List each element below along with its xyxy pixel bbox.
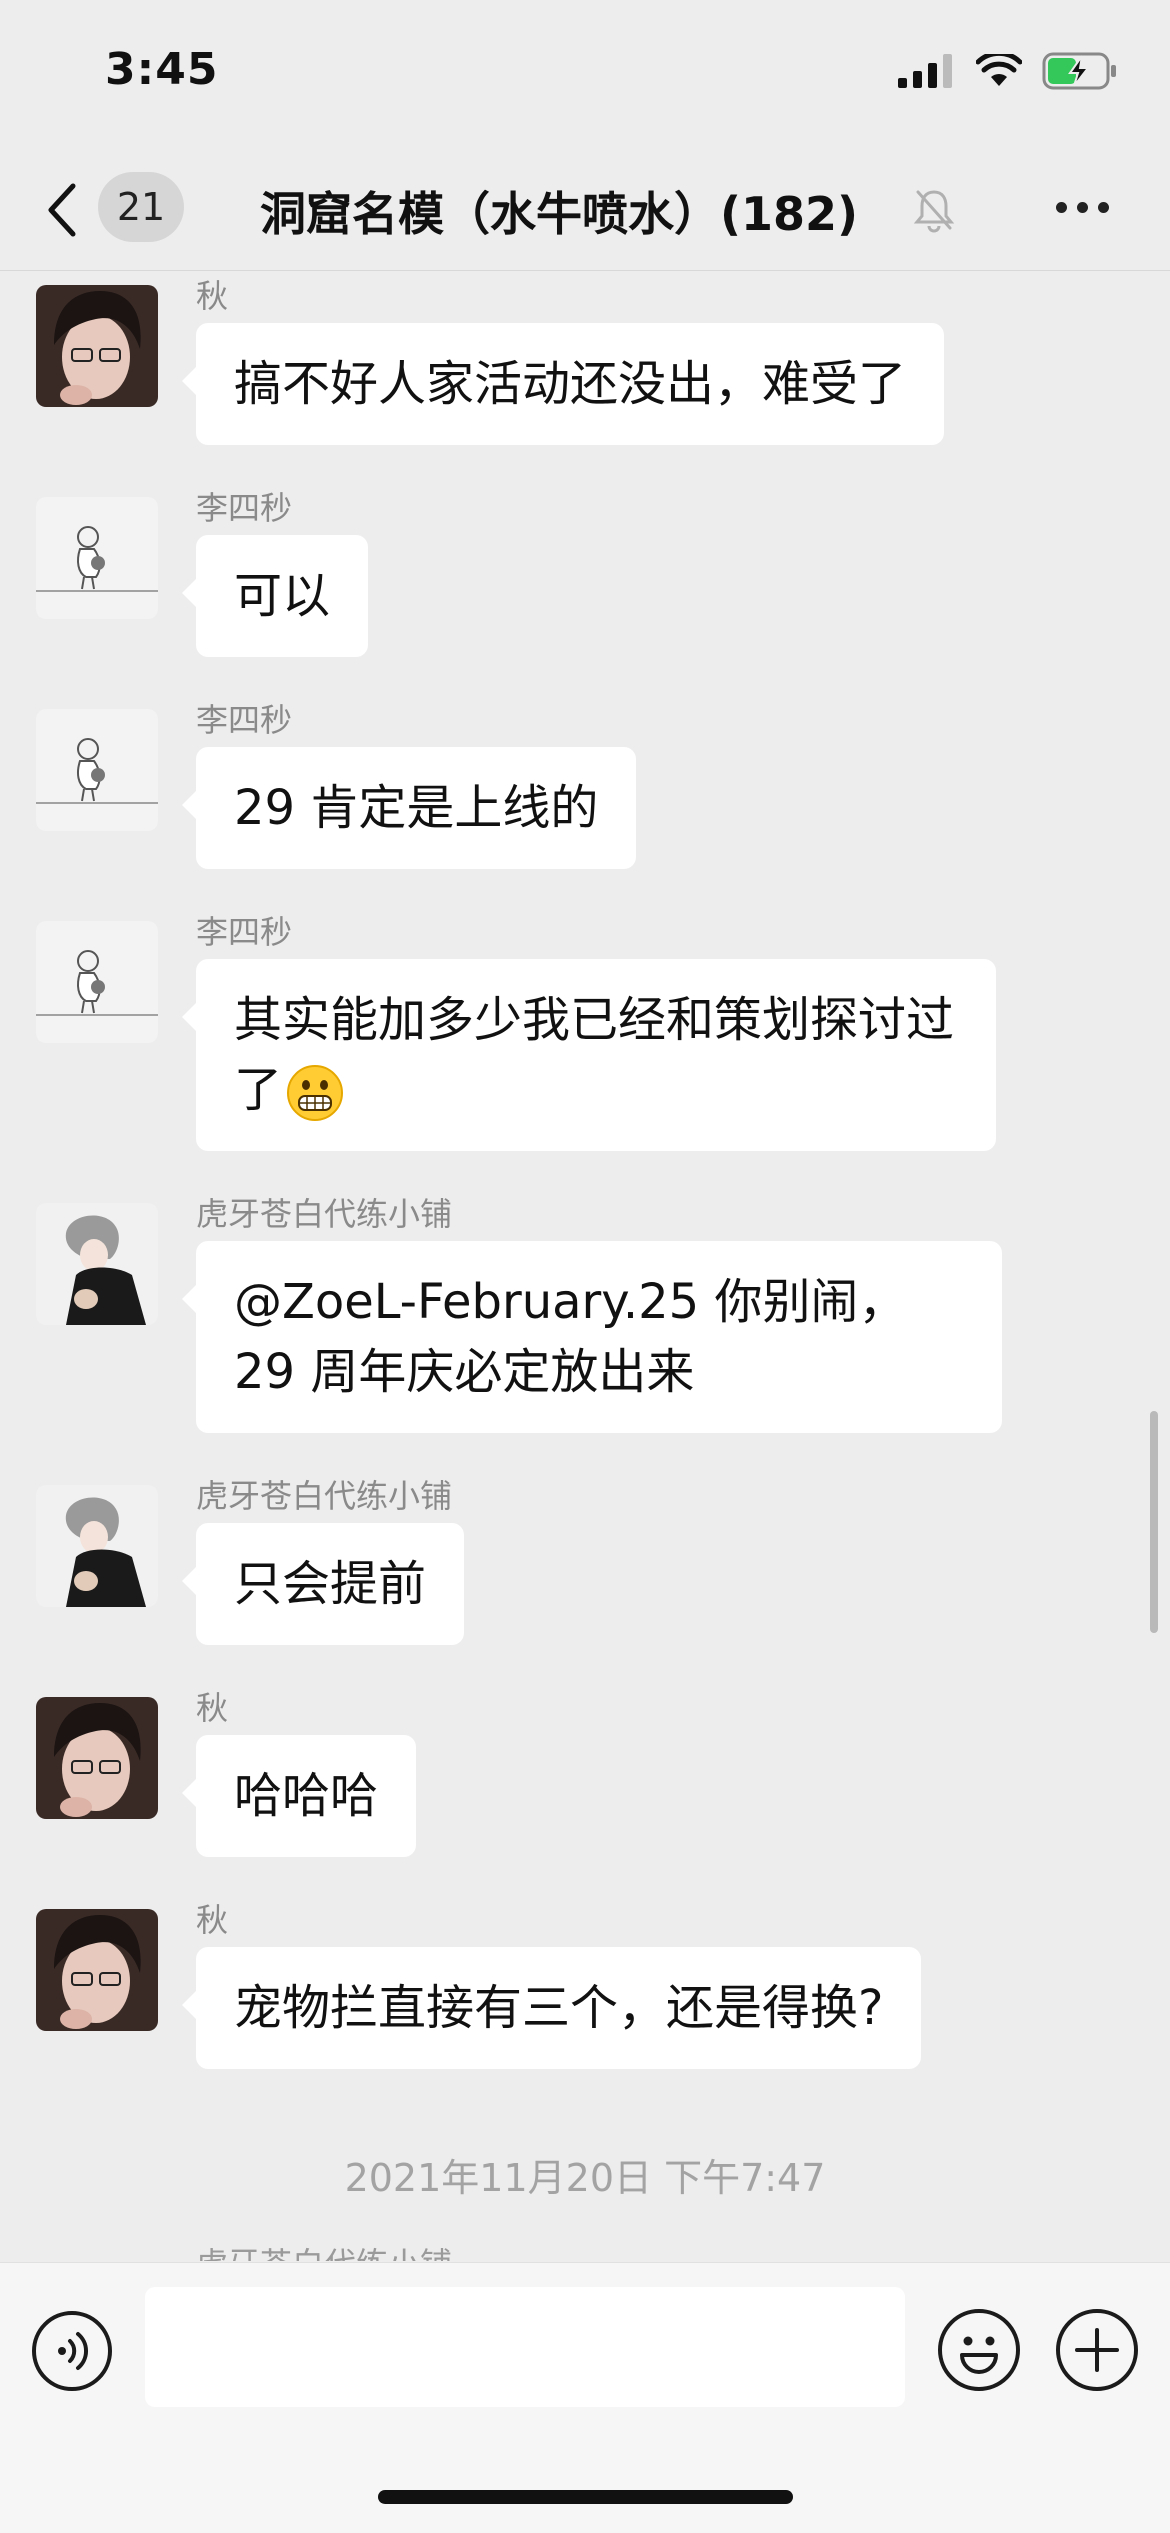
sender-name: 秋 <box>196 277 229 315</box>
sender-name: 李四秒 <box>196 701 293 739</box>
emoji-button[interactable] <box>938 2309 1020 2391</box>
unread-count-badge[interactable]: 21 <box>98 172 184 242</box>
message-bubble[interactable]: 其实能加多少我已经和策划探讨过了 <box>182 959 996 1151</box>
avatar-lisimiao[interactable] <box>36 497 158 619</box>
sender-name: 李四秒 <box>196 489 293 527</box>
message-timestamp: 2021年11月20日 下午7:47 <box>344 2156 826 2200</box>
message-list[interactable]: 秋 搞不好人家活动还没出，难受了 李四秒 可以 李四秒 29 肯定是上线的 李四… <box>0 271 1170 2261</box>
sender-name: 虎牙苍白代练小铺 <box>196 1477 453 1515</box>
message-bubble[interactable]: @ZoeL-February.25 你别闹， 29 周年庆必定放出来 <box>182 1241 1002 1433</box>
scrollbar[interactable] <box>1150 1411 1158 1633</box>
sender-name: 虎牙苍白代练小铺 <box>196 1195 453 1233</box>
message-bubble[interactable]: 只会提前 <box>181 1523 465 1645</box>
status-time: 3:45 <box>105 44 219 95</box>
sender-name: 秋 <box>196 1901 229 1939</box>
chevron-left-icon <box>48 183 76 237</box>
mute-bell-icon <box>913 190 955 233</box>
voice-icon <box>58 2332 89 2370</box>
home-indicator[interactable] <box>378 2490 793 2504</box>
avatar-huya[interactable] <box>36 1485 158 1607</box>
message-bubble[interactable]: 宠物拦直接有三个，还是得换? <box>181 1947 922 2069</box>
avatar-lisimiao[interactable] <box>36 921 158 1043</box>
wifi-icon <box>976 54 1022 86</box>
chat-header: 21 洞窟名模（水牛喷水）(182) <box>0 150 1170 271</box>
more-options-button[interactable] <box>1056 202 1109 213</box>
avatar-huya[interactable] <box>36 1203 158 1325</box>
more-dot-icon <box>1077 202 1088 213</box>
more-dot-icon <box>1056 202 1067 213</box>
message-bubble[interactable]: 搞不好人家活动还没出，难受了 <box>181 323 945 445</box>
avatar-qiu[interactable] <box>36 1909 158 2031</box>
sender-name: 李四秒 <box>196 913 293 951</box>
smile-icon <box>960 2336 998 2374</box>
sender-name: 虎牙苍白代练小铺 <box>196 2239 452 2261</box>
message-bubble[interactable]: 可以 <box>181 535 369 657</box>
status-icons <box>898 52 1118 90</box>
avatar-lisimiao[interactable] <box>36 709 158 831</box>
message-input[interactable] <box>145 2287 905 2407</box>
more-dot-icon <box>1098 202 1109 213</box>
plus-icon <box>1075 2328 1119 2372</box>
more-functions-button[interactable] <box>1056 2309 1138 2391</box>
back-button[interactable] <box>40 172 84 248</box>
sender-name: 秋 <box>196 1689 229 1727</box>
battery-charging-icon <box>1042 52 1116 90</box>
avatar-qiu[interactable] <box>36 1697 158 1819</box>
avatar-qiu[interactable] <box>36 285 158 407</box>
grimacing-emoji-icon <box>287 1065 344 1121</box>
message-bubble[interactable]: 哈哈哈 <box>181 1735 417 1857</box>
status-bar: 3:45 <box>0 0 1170 150</box>
chat-title: 洞窟名模（水牛喷水）(182) <box>260 187 859 241</box>
voice-input-button[interactable] <box>32 2311 112 2391</box>
cellular-signal-icon <box>898 54 952 88</box>
message-bubble[interactable]: 29 肯定是上线的 <box>181 747 637 869</box>
